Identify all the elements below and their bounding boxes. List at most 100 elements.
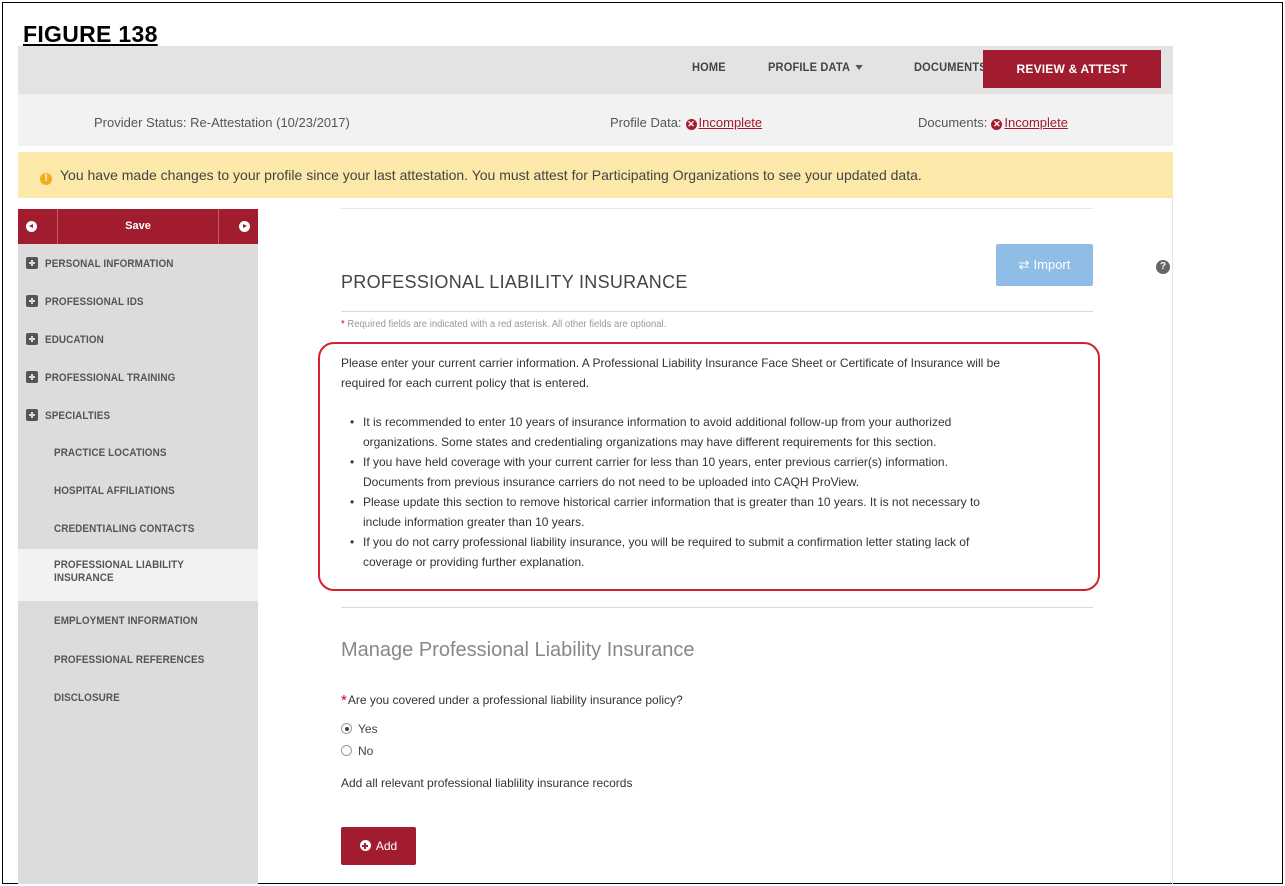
help-icon[interactable]: ? (1156, 260, 1170, 274)
list-item-line: Please update this section to remove his… (363, 495, 980, 509)
figure-label: FIGURE 138 (23, 21, 158, 47)
sidebar-item-hospital-affiliations[interactable]: HOSPITAL AFFILIATIONS (18, 485, 258, 497)
intro-line: Please enter your current carrier inform… (341, 356, 1000, 370)
sidebar-item-specialties[interactable]: SPECIALTIES (18, 409, 258, 422)
error-icon: ✕ (685, 119, 697, 130)
divider (218, 209, 219, 244)
list-item-line: coverage or providing further explanatio… (363, 555, 585, 569)
required-asterisk: * (341, 692, 347, 709)
warning-banner: ! You have made changes to your profile s… (18, 152, 1173, 198)
save-button[interactable]: Save (125, 220, 151, 232)
profile-data-status: Profile Data: ✕ Incomplete (610, 94, 762, 152)
sidebar-item-label: SPECIALTIES (45, 410, 111, 422)
sidebar-item-employment-information[interactable]: EMPLOYMENT INFORMATION (18, 615, 258, 627)
radio-yes-label: Yes (358, 722, 378, 736)
sidebar-item-professional-ids[interactable]: PROFESSIONAL IDS (18, 295, 258, 308)
swap-arrows-icon: ⇄ (1018, 257, 1030, 272)
list-item-line: include information greater than 10 year… (363, 515, 585, 529)
expand-plus-icon (26, 295, 38, 307)
sidebar-item-label: INSURANCE (54, 572, 114, 584)
intro-text: Please enter your current carrier inform… (341, 353, 1101, 393)
top-nav: HOME PROFILE DATA DOCUMENTS REVIEW & ATT… (18, 46, 1173, 94)
sidebar-item-practice-locations[interactable]: PRACTICE LOCATIONS (18, 447, 258, 459)
provider-status-value: Re-Attestation (10/23/2017) (190, 115, 350, 130)
sidebar-item-label: HOSPITAL AFFILIATIONS (54, 485, 175, 497)
status-bar: Provider Status: Re-Attestation (10/23/2… (18, 94, 1173, 146)
chevron-right-icon[interactable] (239, 221, 250, 232)
intro-line: required for each current policy that is… (341, 376, 590, 390)
required-note-text: Required fields are indicated with a red… (347, 319, 667, 330)
page-title: PROFESSIONAL LIABILITY INSURANCE (341, 272, 688, 292)
provider-status: Provider Status: Re-Attestation (10/23/2… (94, 94, 350, 152)
content-border (1172, 198, 1173, 884)
warning-text: You have made changes to your profile si… (60, 167, 922, 183)
nav-profile-data-label: PROFILE DATA (768, 60, 851, 74)
sidebar-item-professional-references[interactable]: PROFESSIONAL REFERENCES (18, 654, 258, 666)
radio-yes[interactable]: Yes (341, 722, 378, 736)
sidebar-save-bar: Save (18, 209, 258, 244)
list-item: It is recommended to enter 10 years of i… (349, 412, 1089, 452)
sidebar-item-label: EMPLOYMENT INFORMATION (54, 615, 198, 627)
list-item-line: It is recommended to enter 10 years of i… (363, 415, 952, 429)
list-item-line: If you do not carry professional liabili… (363, 535, 970, 549)
expand-plus-icon (26, 257, 38, 269)
provider-status-label: Provider Status: (94, 115, 187, 130)
sidebar-item-label: PRACTICE LOCATIONS (54, 447, 167, 459)
import-button-label: Import (1033, 257, 1071, 272)
import-button[interactable]: ⇄ Import (996, 244, 1093, 286)
profile-data-label: Profile Data: (610, 115, 682, 130)
expand-plus-icon (26, 409, 38, 421)
warning-icon: ! (40, 173, 52, 185)
sidebar-item-professional-liability-insurance[interactable]: PROFESSIONAL LIABILITY INSURANCE (18, 549, 258, 601)
sidebar-item-label: PROFESSIONAL LIABILITY (54, 559, 184, 571)
nav-documents[interactable]: DOCUMENTS (914, 46, 987, 88)
section-title: Manage Professional Liability Insurance (341, 639, 695, 661)
profile-data-incomplete-link[interactable]: Incomplete (699, 115, 763, 130)
radio-no-label: No (358, 744, 374, 758)
divider (57, 209, 58, 244)
nav-home[interactable]: HOME (692, 46, 726, 88)
sidebar-item-professional-training[interactable]: PROFESSIONAL TRAINING (18, 371, 258, 384)
sidebar-item-disclosure[interactable]: DISCLOSURE (18, 692, 258, 704)
divider (341, 607, 1093, 608)
divider (341, 311, 1093, 312)
divider (341, 208, 1093, 209)
nav-profile-data[interactable]: PROFILE DATA (768, 46, 864, 88)
documents-incomplete-link[interactable]: Incomplete (1004, 115, 1068, 130)
sidebar-item-label: PROFESSIONAL REFERENCES (54, 654, 205, 666)
sidebar-item-credentialing-contacts[interactable]: CREDENTIALING CONTACTS (18, 523, 258, 535)
documents-label: Documents: (918, 115, 988, 130)
list-item: If you have held coverage with your curr… (349, 452, 1089, 492)
required-asterisk: * (341, 319, 345, 330)
coverage-question-text: Are you covered under a professional lia… (347, 693, 683, 707)
error-icon: ✕ (991, 119, 1003, 130)
sidebar-item-education[interactable]: EDUCATION (18, 333, 258, 346)
plus-circle-icon (359, 840, 371, 851)
instruction-list: It is recommended to enter 10 years of i… (349, 412, 1089, 572)
required-note: * Required fields are indicated with a r… (341, 319, 666, 330)
sidebar-item-label: DISCLOSURE (54, 692, 120, 704)
list-item-line: Documents from previous insurance carrie… (363, 475, 860, 489)
sidebar-item-label: PROFESSIONAL IDS (45, 296, 144, 308)
sidebar-item-personal-information[interactable]: PERSONAL INFORMATION (18, 257, 258, 270)
nav-review-attest[interactable]: REVIEW & ATTEST (983, 50, 1161, 88)
add-button[interactable]: Add (341, 827, 416, 865)
chevron-left-icon[interactable] (26, 221, 37, 232)
list-item: Please update this section to remove his… (349, 492, 1089, 532)
sidebar-item-label: EDUCATION (45, 334, 104, 346)
list-item-line: organizations. Some states and credentia… (363, 435, 937, 449)
list-item: If you do not carry professional liabili… (349, 532, 1089, 572)
sidebar-item-label: PROFESSIONAL TRAINING (45, 372, 176, 384)
radio-unselected-icon[interactable] (341, 745, 352, 756)
radio-selected-icon[interactable] (341, 723, 352, 734)
expand-plus-icon (26, 371, 38, 383)
list-item-line: If you have held coverage with your curr… (363, 455, 948, 469)
caret-down-icon (855, 65, 864, 71)
sidebar-item-label: CREDENTIALING CONTACTS (54, 523, 195, 535)
expand-plus-icon (26, 333, 38, 345)
documents-status: Documents: ✕ Incomplete (918, 94, 1068, 152)
radio-no[interactable]: No (341, 744, 373, 758)
sidebar: Save PERSONAL INFORMATION PROFESSIONAL I… (18, 209, 258, 884)
add-button-label: Add (375, 839, 398, 853)
add-records-note: Add all relevant professional liablility… (341, 776, 633, 790)
